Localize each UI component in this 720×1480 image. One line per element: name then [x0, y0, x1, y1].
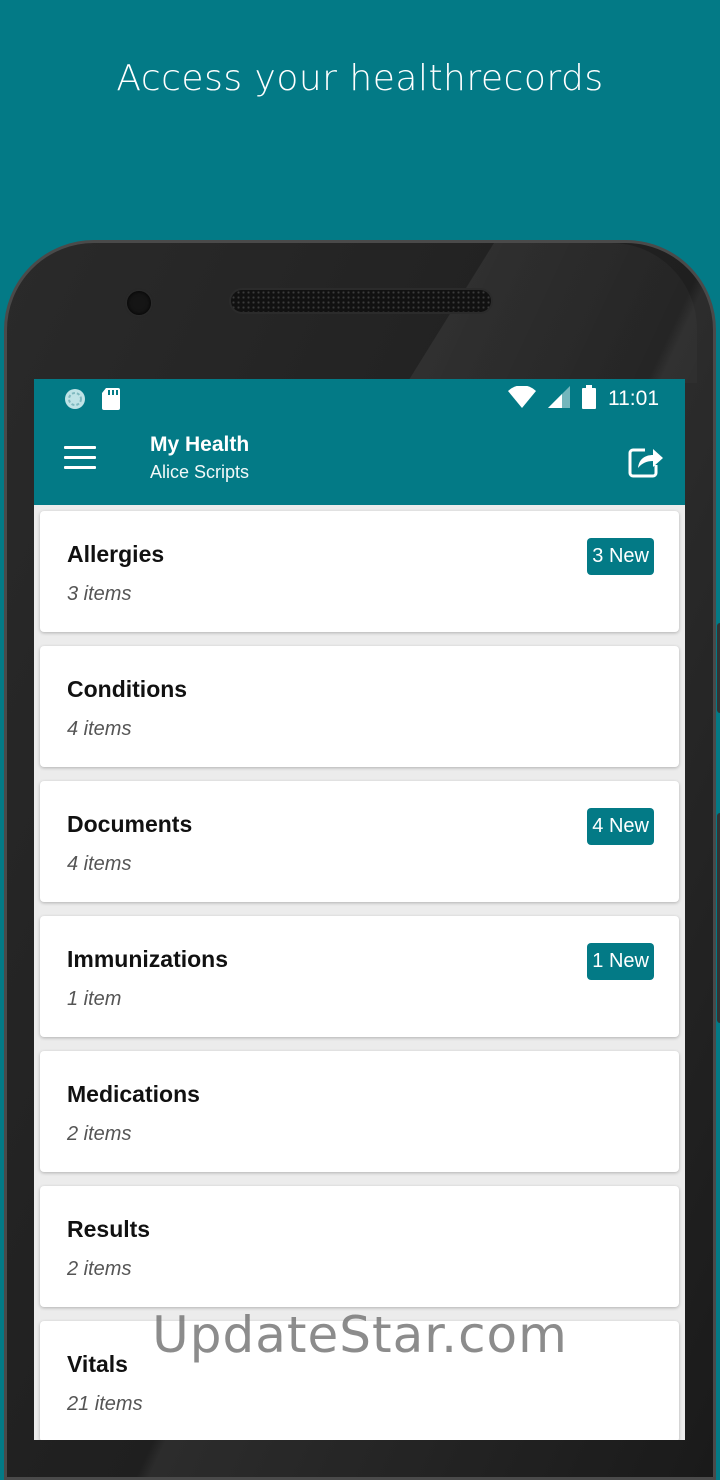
category-item-count: 21 items: [67, 1393, 143, 1415]
earpiece-speaker: [231, 290, 491, 312]
signal-icon: [548, 386, 570, 412]
new-badge: 4 New: [587, 808, 654, 845]
watermark: UpdateStar.com: [152, 1306, 568, 1364]
category-card-allergies[interactable]: Allergies 3 items 3 New: [40, 511, 679, 632]
category-item-count: 4 items: [67, 853, 132, 875]
sd-card-icon: [102, 388, 120, 414]
category-card-documents[interactable]: Documents 4 items 4 New: [40, 781, 679, 902]
category-list: Allergies 3 items 3 New Conditions 4 items Do…: [34, 505, 685, 1440]
new-badge: 1 New: [587, 943, 654, 980]
wifi-icon: [508, 385, 536, 412]
hamburger-menu-icon[interactable]: [64, 446, 96, 474]
app-subtitle: Alice Scripts: [150, 462, 250, 482]
share-icon[interactable]: [625, 441, 665, 481]
status-clock: 11:01: [608, 387, 659, 410]
phone-screen: 11:01 My Health Alice Scripts Allergies 3…: [34, 379, 685, 1440]
category-card-results[interactable]: Results 2 items: [40, 1186, 679, 1307]
category-item-count: 3 items: [67, 583, 132, 605]
category-title: Immunizations: [67, 946, 229, 972]
category-title: Conditions: [67, 676, 188, 702]
category-card-immunizations[interactable]: Immunizations 1 item 1 New: [40, 916, 679, 1037]
category-title: Allergies: [67, 541, 165, 567]
phone-sheen: [407, 243, 697, 383]
category-card-conditions[interactable]: Conditions 4 items: [40, 646, 679, 767]
category-title: Medications: [67, 1081, 200, 1107]
app-bar-titles: My Health Alice Scripts: [150, 433, 249, 483]
tagline: Access your healthrecords: [116, 58, 604, 99]
category-item-count: 2 items: [67, 1123, 132, 1145]
app-bar: My Health Alice Scripts: [34, 419, 685, 505]
app-title: My Health: [150, 433, 250, 456]
sync-icon: [64, 388, 86, 414]
category-title: Results: [67, 1216, 151, 1242]
battery-icon: [582, 385, 596, 413]
front-camera: [127, 291, 151, 315]
category-title: Documents: [67, 811, 193, 837]
category-item-count: 2 items: [67, 1258, 132, 1280]
category-card-medications[interactable]: Medications 2 items: [40, 1051, 679, 1172]
new-badge: 3 New: [587, 538, 654, 575]
status-bar: 11:01: [34, 379, 685, 419]
category-item-count: 1 item: [67, 988, 122, 1010]
category-item-count: 4 items: [67, 718, 132, 740]
